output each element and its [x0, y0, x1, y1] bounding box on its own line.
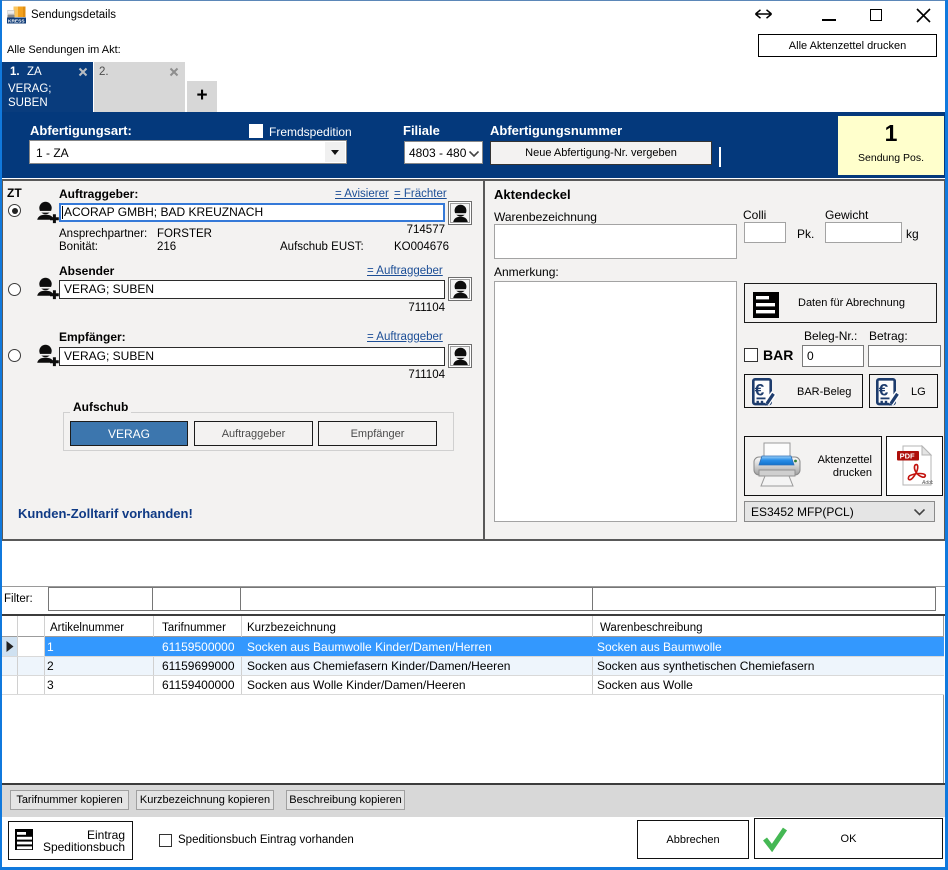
svg-text:€: € [879, 381, 889, 400]
svg-text:Adobe: Adobe [921, 480, 933, 486]
svg-text:€: € [755, 381, 765, 400]
svg-text:KRESS: KRESS [8, 18, 25, 24]
svg-text:PDF: PDF [900, 452, 915, 461]
